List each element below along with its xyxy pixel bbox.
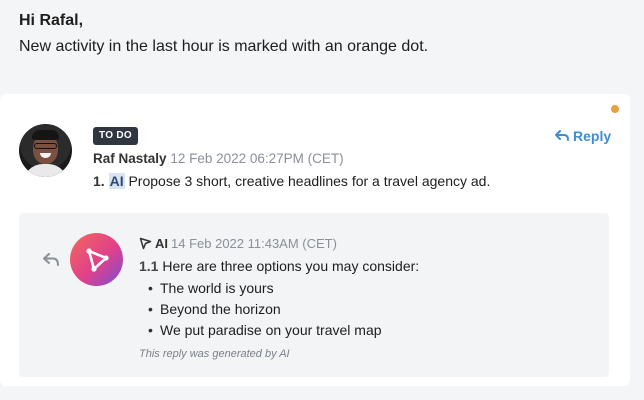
user-avatar (19, 124, 72, 177)
option-text: We put paradise on your travel map (160, 322, 382, 338)
comment-number: 1. (93, 173, 105, 189)
comment-text: Propose 3 short, creative headlines for … (124, 173, 491, 189)
ai-author: AI (155, 236, 168, 251)
ai-pointer-icon (139, 237, 152, 250)
list-item: • The world is yours (148, 280, 274, 296)
comment-message: 1. AI Propose 3 short, creative headline… (93, 173, 490, 189)
new-activity-dot (611, 105, 619, 113)
ai-author-line: AI 14 Feb 2022 11:43AM (CET) (139, 236, 337, 251)
ai-intro-text: Here are three options you may consider: (158, 258, 420, 274)
list-item: • Beyond the horizon (148, 301, 281, 317)
ai-timestamp: 14 Feb 2022 11:43AM (CET) (171, 236, 337, 251)
headline-options-list: • The world is yours • Beyond the horizon … (148, 278, 382, 341)
reply-icon (555, 130, 569, 141)
option-text: The world is yours (160, 280, 274, 296)
greeting: Hi Rafal, (19, 12, 84, 29)
ai-reply-number: 1.1 (139, 258, 159, 274)
ai-avatar (70, 233, 123, 286)
ai-generated-note: This reply was generated by AI (139, 348, 290, 360)
comment-author-line: Raf Nastaly 12 Feb 2022 06:27PM (CET) (93, 151, 344, 166)
reply-label: Reply (573, 128, 612, 144)
list-item: • We put paradise on your travel map (148, 322, 382, 338)
comment-author: Raf Nastaly (93, 151, 167, 166)
comment-timestamp: 12 Feb 2022 06:27PM (CET) (170, 151, 344, 166)
ai-mention-tag[interactable]: AI (108, 173, 125, 189)
activity-subtitle: New activity in the last hour is marked … (19, 38, 429, 55)
reply-arrow-icon (43, 253, 59, 266)
option-text: Beyond the horizon (160, 301, 281, 317)
nested-reply-icon[interactable] (43, 253, 59, 271)
ai-intro: 1.1 Here are three options you may consi… (139, 258, 419, 274)
todo-badge: TO DO (93, 127, 138, 145)
ai-logo-icon (85, 247, 109, 272)
reply-button[interactable]: Reply (555, 128, 611, 144)
